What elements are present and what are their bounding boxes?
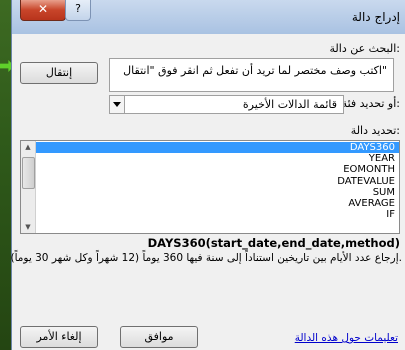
functions-label: تحديد دالة: [350, 124, 400, 137]
list-item[interactable]: YEAR [36, 153, 399, 164]
title-bar: ✕ ? إدراج دالة [12, 0, 405, 34]
list-item[interactable]: DATEVALUE [36, 176, 399, 187]
list-item[interactable]: DAYS360 [36, 142, 399, 154]
ok-button[interactable]: موافق [120, 326, 198, 348]
search-label: البحث عن دالة: [329, 42, 400, 55]
function-description: إرجاع عدد الأيام بين تاريخين استناداً إل… [10, 252, 403, 264]
scroll-thumb[interactable] [22, 157, 35, 189]
cancel-button[interactable]: إلغاء الأمر [20, 326, 98, 348]
category-select[interactable]: قائمة الدالات الأخيرة [109, 95, 344, 114]
list-item[interactable]: IF [36, 209, 399, 220]
close-button[interactable]: ✕ [20, 0, 66, 21]
scroll-down-icon[interactable]: ▼ [21, 221, 35, 233]
list-item[interactable]: SUM [36, 187, 399, 198]
list-item[interactable]: AVERAGE [36, 198, 399, 209]
search-input[interactable]: اكتب وصف مختصر لما تريد أن تفعل ثم انقر … [109, 58, 394, 92]
list-item[interactable]: EOMONTH [36, 164, 399, 175]
insert-function-dialog: ✕ ? إدراج دالة البحث عن دالة: اكتب وصف م… [11, 0, 405, 350]
scroll-up-icon[interactable]: ▲ [21, 141, 35, 153]
function-signature: DAYS360(start_date,end_date,method) [147, 236, 400, 250]
window-title: إدراج دالة [351, 10, 400, 24]
help-link[interactable]: تعليمات حول هذه الدالة [295, 332, 398, 344]
go-button[interactable]: إنتقال [20, 62, 98, 84]
chevron-down-icon[interactable] [110, 96, 125, 113]
category-label: أو تحديد فئة: [341, 97, 400, 110]
search-text: اكتب وصف مختصر لما تريد أن تفعل ثم انقر … [123, 64, 387, 77]
function-list[interactable]: ▲ ▼ DAYS360 YEAR EOMONTH DATEVALUE SUM A… [20, 140, 400, 234]
category-value: قائمة الدالات الأخيرة [242, 98, 337, 111]
help-button[interactable]: ? [65, 0, 91, 21]
scrollbar[interactable]: ▲ ▼ [21, 141, 36, 233]
